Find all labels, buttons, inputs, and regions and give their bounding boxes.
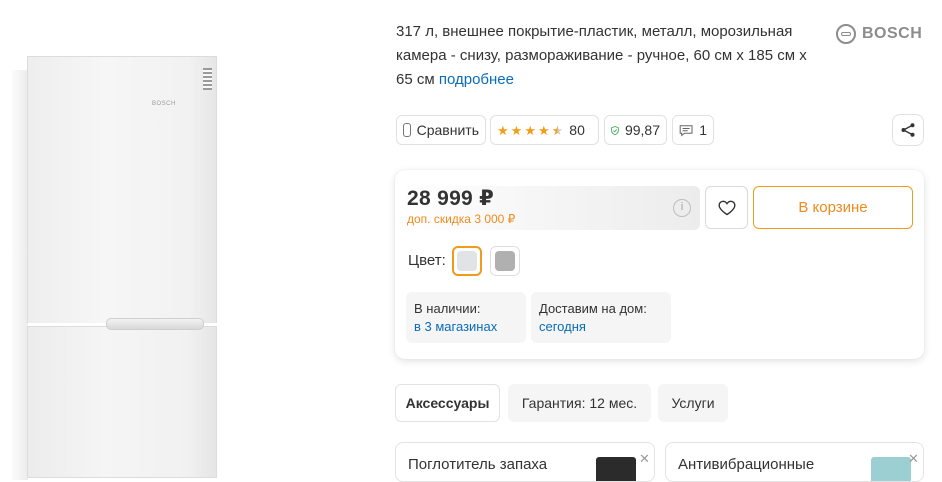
accessory-title: Антивибрационные [678, 456, 815, 473]
reliability-badge[interactable]: 99,87 [604, 115, 667, 145]
fridge-side [12, 70, 28, 480]
reliability-value: 99,87 [624, 122, 660, 138]
shield-check-icon [611, 125, 619, 135]
product-description: 317 л, внешнее покрытие-пластик, металл,… [396, 20, 826, 92]
accessory-card[interactable]: Поглотитель запаха ✕ [395, 442, 655, 482]
color-label: Цвет: [408, 252, 446, 269]
info-icon[interactable]: i [673, 199, 691, 217]
delivery-box: Доставим на дом: сегодня [531, 292, 671, 343]
compare-checkbox-icon[interactable] [403, 123, 411, 137]
brand-logo[interactable]: BOSCH [836, 22, 922, 46]
tab-warranty[interactable]: Гарантия: 12 мес. [508, 384, 651, 422]
bosch-emblem-icon [836, 24, 856, 44]
accessory-thumbnail [596, 457, 636, 481]
share-button[interactable] [892, 114, 924, 146]
compare-label: Сравнить [416, 122, 479, 138]
tab-accessories[interactable]: Аксессуары [395, 384, 500, 422]
favorite-button[interactable] [705, 186, 748, 229]
in-cart-button[interactable]: В корзине [753, 186, 913, 229]
color-swatch-light[interactable] [452, 246, 482, 276]
energy-label [203, 68, 212, 90]
swatch-fill [457, 251, 477, 271]
more-details-link[interactable]: подробнее [439, 71, 514, 88]
comments-button[interactable]: 1 [672, 115, 714, 145]
delivery-date-link[interactable]: сегодня [539, 318, 663, 336]
in-stock-stores-link[interactable]: в 3 магазинах [414, 318, 518, 336]
rating-count: 80 [569, 122, 585, 138]
accessory-title: Поглотитель запаха [408, 456, 548, 473]
close-icon[interactable]: ✕ [639, 451, 650, 467]
fridge-lower-door [27, 326, 217, 478]
rating-stars: ★ ★ ★ ★ ★ [497, 124, 563, 137]
extra-discount[interactable]: доп. скидка 3 000 ₽ [407, 212, 515, 226]
star-icon: ★ [524, 122, 536, 138]
product-image[interactable]: BOSCH [0, 0, 300, 480]
close-icon[interactable]: ✕ [908, 451, 919, 467]
share-icon [901, 123, 915, 137]
brand-name: BOSCH [862, 25, 923, 42]
in-stock-box: В наличии: в 3 магазинах [406, 292, 526, 343]
heart-icon [717, 200, 736, 215]
star-icon: ★ [510, 122, 523, 138]
delivery-label: Доставим на дом: [539, 301, 647, 316]
accessory-card[interactable]: Антивибрационные ✕ [665, 442, 924, 482]
swatch-fill [495, 251, 515, 271]
half-star-icon: ★ [551, 122, 564, 138]
accessory-thumbnail [871, 457, 911, 481]
star-icon: ★ [497, 122, 509, 138]
tab-services[interactable]: Услуги [658, 384, 728, 422]
rating-button[interactable]: ★ ★ ★ ★ ★ 80 [490, 115, 599, 145]
fridge-logo: BOSCH [152, 101, 176, 107]
star-icon: ★ [537, 122, 550, 138]
fridge-upper-door [27, 56, 217, 323]
price: 28 999 ₽ [407, 187, 495, 210]
compare-button[interactable]: Сравнить [396, 115, 486, 145]
comment-icon [679, 124, 693, 137]
comments-count: 1 [699, 122, 707, 138]
color-swatch-gray[interactable] [490, 246, 520, 276]
in-stock-label: В наличии: [414, 301, 481, 316]
fridge-handle [106, 318, 204, 330]
